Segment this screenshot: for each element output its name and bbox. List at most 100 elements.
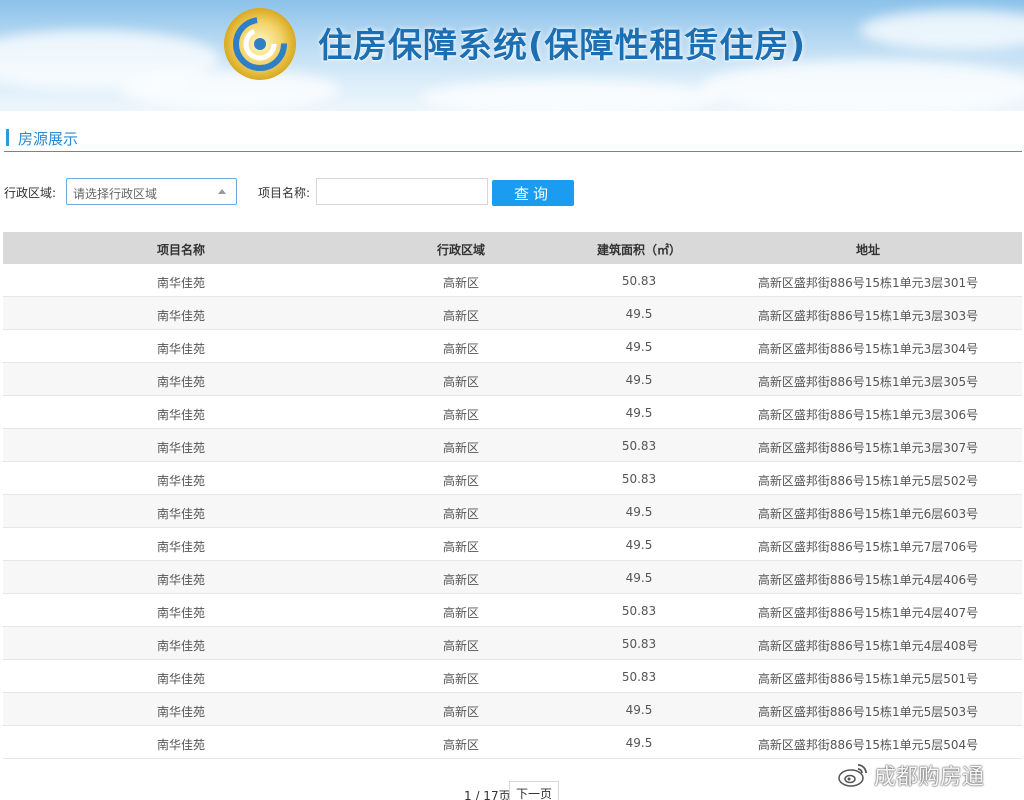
cell-area: 49.5 <box>625 340 653 354</box>
cell-address: 高新区盛邦街886号15栋1单元4层406号 <box>757 573 979 587</box>
project-label: 项目名称: <box>258 186 311 200</box>
table-row: 南华佳苑 高新区 49.5 高新区盛邦街886号15栋1单元3层305号 <box>3 363 1022 396</box>
section-title: 房源展示 <box>18 130 79 148</box>
cell-address: 高新区盛邦街886号15栋1单元5层501号 <box>757 672 979 686</box>
section-heading: 房源展示 <box>4 126 1022 152</box>
pagination-info: 1 / 17页 <box>464 789 511 800</box>
cell-area: 50.83 <box>621 472 657 486</box>
cell-project-name: 南华佳苑 <box>156 342 206 356</box>
watermark: 成都购房通 <box>838 760 984 790</box>
cell-area: 49.5 <box>625 373 653 387</box>
table-row: 南华佳苑 高新区 50.83 高新区盛邦街886号15栋1单元3层301号 <box>3 264 1022 297</box>
cell-project-name: 南华佳苑 <box>156 705 206 719</box>
cell-project-name: 南华佳苑 <box>156 672 206 686</box>
table-row: 南华佳苑 高新区 50.83 高新区盛邦街886号15栋1单元3层307号 <box>3 429 1022 462</box>
next-page-button[interactable]: 下一页 <box>509 781 559 800</box>
cell-project-name: 南华佳苑 <box>156 441 206 455</box>
table-row: 南华佳苑 高新区 49.5 高新区盛邦街886号15栋1单元3层304号 <box>3 330 1022 363</box>
cell-area: 50.83 <box>621 637 657 651</box>
cell-area: 49.5 <box>625 307 653 321</box>
cell-address: 高新区盛邦街886号15栋1单元3层305号 <box>757 375 979 389</box>
cell-address: 高新区盛邦街886号15栋1单元3层303号 <box>757 309 979 323</box>
district-label: 行政区域: <box>4 186 57 200</box>
cell-address: 高新区盛邦街886号15栋1单元5层504号 <box>757 738 979 752</box>
table-row: 南华佳苑 高新区 49.5 高新区盛邦街886号15栋1单元3层306号 <box>3 396 1022 429</box>
header-district: 行政区域 <box>436 243 486 257</box>
table-row: 南华佳苑 高新区 49.5 高新区盛邦街886号15栋1单元5层504号 <box>3 726 1022 759</box>
cell-project-name: 南华佳苑 <box>156 474 206 488</box>
cell-district: 高新区 <box>442 375 480 389</box>
cell-address: 高新区盛邦街886号15栋1单元7层706号 <box>757 540 979 554</box>
cell-area: 49.5 <box>625 703 653 717</box>
cell-district: 高新区 <box>442 738 480 752</box>
cell-district: 高新区 <box>442 342 480 356</box>
cell-address: 高新区盛邦街886号15栋1单元5层503号 <box>757 705 979 719</box>
table-row: 南华佳苑 高新区 49.5 高新区盛邦街886号15栋1单元7层706号 <box>3 528 1022 561</box>
project-name-input[interactable] <box>316 178 488 205</box>
cell-district: 高新区 <box>442 441 480 455</box>
header-project-name: 项目名称 <box>156 243 206 257</box>
cell-district: 高新区 <box>442 309 480 323</box>
banner-title: 住房保障系统(保障性租赁住房) <box>318 26 807 66</box>
table-row: 南华佳苑 高新区 49.5 高新区盛邦街886号15栋1单元4层406号 <box>3 561 1022 594</box>
cell-project-name: 南华佳苑 <box>156 309 206 323</box>
table-row: 南华佳苑 高新区 49.5 高新区盛邦街886号15栋1单元5层503号 <box>3 693 1022 726</box>
cell-project-name: 南华佳苑 <box>156 573 206 587</box>
section-accent-bar <box>6 129 9 146</box>
cell-area: 50.83 <box>621 274 657 288</box>
cell-project-name: 南华佳苑 <box>156 606 206 620</box>
caret-up-icon <box>218 189 226 194</box>
header-area: 建筑面积（㎡） <box>596 243 682 257</box>
cell-address: 高新区盛邦街886号15栋1单元6层603号 <box>757 507 979 521</box>
district-select[interactable]: 请选择行政区域 <box>66 178 237 205</box>
cell-district: 高新区 <box>442 408 480 422</box>
cell-district: 高新区 <box>442 507 480 521</box>
cell-project-name: 南华佳苑 <box>156 375 206 389</box>
cloud-decoration <box>420 80 720 111</box>
cell-area: 49.5 <box>625 538 653 552</box>
table-body: 南华佳苑 高新区 50.83 高新区盛邦街886号15栋1单元3层301号 南华佳苑 高新… <box>3 264 1022 759</box>
header-banner: 住房保障系统(保障性租赁住房) <box>0 0 1024 111</box>
cell-project-name: 南华佳苑 <box>156 738 206 752</box>
cell-project-name: 南华佳苑 <box>156 507 206 521</box>
cell-address: 高新区盛邦街886号15栋1单元3层301号 <box>757 276 979 290</box>
cloud-decoration <box>700 60 1024 111</box>
cell-district: 高新区 <box>442 474 480 488</box>
table-header: 项目名称 行政区域 建筑面积（㎡） 地址 <box>3 232 1022 264</box>
cell-district: 高新区 <box>442 606 480 620</box>
query-button[interactable]: 查询 <box>492 180 574 206</box>
weibo-icon <box>838 764 867 787</box>
cell-project-name: 南华佳苑 <box>156 540 206 554</box>
cell-project-name: 南华佳苑 <box>156 639 206 653</box>
housing-table: 项目名称 行政区域 建筑面积（㎡） 地址 南华佳苑 高新区 50.83 高新区盛邦街8… <box>3 232 1022 759</box>
table-row: 南华佳苑 高新区 50.83 高新区盛邦街886号15栋1单元5层501号 <box>3 660 1022 693</box>
table-row: 南华佳苑 高新区 49.5 高新区盛邦街886号15栋1单元6层603号 <box>3 495 1022 528</box>
cell-district: 高新区 <box>442 705 480 719</box>
district-select-placeholder: 请选择行政区域 <box>73 187 158 201</box>
cell-address: 高新区盛邦街886号15栋1单元4层408号 <box>757 639 979 653</box>
cell-address: 高新区盛邦街886号15栋1单元5层502号 <box>757 474 979 488</box>
cell-area: 50.83 <box>621 670 657 684</box>
cell-area: 49.5 <box>625 571 653 585</box>
table-row: 南华佳苑 高新区 50.83 高新区盛邦街886号15栋1单元4层407号 <box>3 594 1022 627</box>
cell-project-name: 南华佳苑 <box>156 276 206 290</box>
watermark-text: 成都购房通 <box>874 765 985 790</box>
header-address: 地址 <box>855 243 881 257</box>
cell-address: 高新区盛邦街886号15栋1单元4层407号 <box>757 606 979 620</box>
table-row: 南华佳苑 高新区 50.83 高新区盛邦街886号15栋1单元4层408号 <box>3 627 1022 660</box>
cell-area: 49.5 <box>625 406 653 420</box>
cell-district: 高新区 <box>442 573 480 587</box>
cell-district: 高新区 <box>442 540 480 554</box>
cell-address: 高新区盛邦街886号15栋1单元3层304号 <box>757 342 979 356</box>
sun-swirl-logo-icon <box>224 8 296 80</box>
cell-project-name: 南华佳苑 <box>156 408 206 422</box>
cell-district: 高新区 <box>442 672 480 686</box>
cell-area: 50.83 <box>621 439 657 453</box>
cell-address: 高新区盛邦街886号15栋1单元3层307号 <box>757 441 979 455</box>
cell-area: 49.5 <box>625 505 653 519</box>
table-row: 南华佳苑 高新区 49.5 高新区盛邦街886号15栋1单元3层303号 <box>3 297 1022 330</box>
table-row: 南华佳苑 高新区 50.83 高新区盛邦街886号15栋1单元5层502号 <box>3 462 1022 495</box>
cloud-decoration <box>860 10 1024 50</box>
cell-area: 49.5 <box>625 736 653 750</box>
cell-district: 高新区 <box>442 276 480 290</box>
